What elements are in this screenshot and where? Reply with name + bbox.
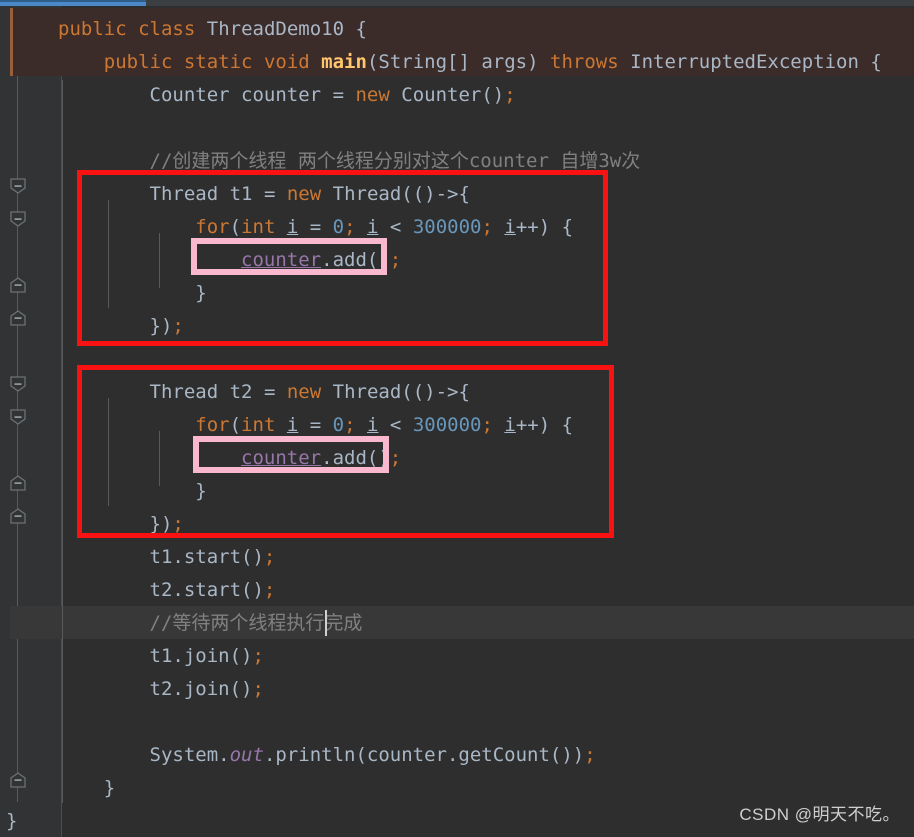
text-caret xyxy=(325,610,327,636)
code-line[interactable]: } xyxy=(58,475,910,508)
code-line[interactable]: Thread t1 = new Thread(()->{ xyxy=(58,178,910,211)
code-line[interactable]: } xyxy=(6,805,858,837)
code-line[interactable]: System.out.println(counter.getCount()); xyxy=(58,739,910,772)
fold-marker-for2end-icon[interactable] xyxy=(10,475,26,491)
code-line[interactable]: counter.add(); xyxy=(58,442,910,475)
code-line[interactable]: }); xyxy=(58,508,910,541)
code-line[interactable]: }); xyxy=(58,310,910,343)
code-editor-screenshot: public class ThreadDemo10 { public stati… xyxy=(0,0,914,837)
code-line[interactable]: for(int i = 0; i < 300000; i++) { xyxy=(58,211,910,244)
fold-marker-t1-icon[interactable] xyxy=(10,178,26,194)
fold-marker-classend-icon[interactable] xyxy=(10,772,26,788)
code-line[interactable]: for(int i = 0; i < 300000; i++) { xyxy=(58,409,910,442)
code-line[interactable] xyxy=(58,112,910,145)
fold-marker-for2-icon[interactable] xyxy=(10,409,26,425)
code-line[interactable]: t1.start(); xyxy=(58,541,910,574)
code-line[interactable]: //等待两个线程执行完成 xyxy=(58,607,910,640)
fold-marker-t2end-icon[interactable] xyxy=(10,508,26,524)
code-line[interactable]: t1.join(); xyxy=(58,640,910,673)
fold-marker-t1end-icon[interactable] xyxy=(10,310,26,326)
editor-gutter[interactable] xyxy=(0,6,62,837)
code-line[interactable]: } xyxy=(58,277,910,310)
code-line[interactable] xyxy=(58,706,910,739)
code-line[interactable]: t2.join(); xyxy=(58,673,910,706)
code-fold-region-line xyxy=(17,12,18,802)
code-line[interactable]: public static void main(String[] args) t… xyxy=(58,46,910,79)
fold-marker-for1end-icon[interactable] xyxy=(10,277,26,293)
code-line[interactable]: //创建两个线程 两个线程分别对这个counter 自增3w次 xyxy=(58,145,910,178)
code-line[interactable]: t2.start(); xyxy=(58,574,910,607)
code-line[interactable]: counter.add(); xyxy=(58,244,910,277)
fold-marker-t2-icon[interactable] xyxy=(10,376,26,392)
code-line[interactable]: Counter counter = new Counter(); xyxy=(58,79,910,112)
code-line[interactable]: Thread t2 = new Thread(()->{ xyxy=(58,376,910,409)
watermark: CSDN @明天不吃。 xyxy=(739,805,900,824)
editor-text-area[interactable]: public class ThreadDemo10 { public stati… xyxy=(6,6,914,837)
code-line[interactable] xyxy=(58,343,910,376)
fold-marker-for1-icon[interactable] xyxy=(10,211,26,227)
code-line[interactable]: public class ThreadDemo10 { xyxy=(58,13,910,46)
declaration-highlight-stripe xyxy=(10,8,13,76)
